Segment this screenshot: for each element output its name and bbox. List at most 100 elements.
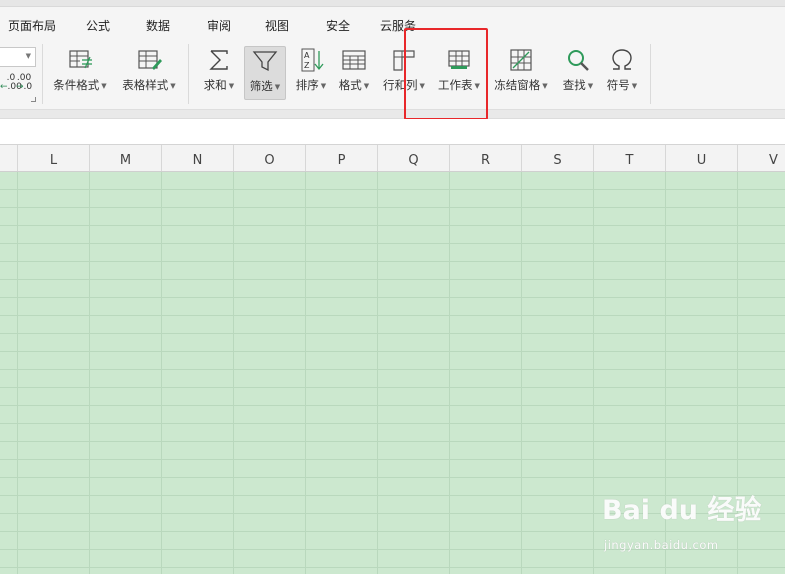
find-button[interactable]: 查找 ▼ [558,46,598,100]
tab-formulas[interactable]: 公式 [86,17,110,34]
column-gridline [521,172,522,574]
ribbon-bottom-strip [0,109,785,119]
row-gridline [0,333,785,334]
row-gridline [0,261,785,262]
worksheet-icon [448,50,470,69]
ribbon-separator [188,44,189,104]
format-button[interactable]: 格式 ▼ [334,46,374,100]
column-header-s[interactable]: S [522,145,594,171]
svg-text:A: A [304,51,310,60]
chevron-down-icon: ▼ [587,82,594,90]
column-header-v[interactable]: V [738,145,785,171]
chevron-down-icon: ▼ [320,82,327,90]
filter-button[interactable]: 筛选 ▼ [244,46,286,100]
row-gridline [0,189,785,190]
chevron-down-icon: ▼ [474,82,480,90]
freeze-panes-icon [510,49,532,71]
decrease-decimal-button[interactable]: .00 →.0 [16,74,32,92]
row-gridline [0,387,785,388]
freeze-panes-button[interactable]: 冻结窗格 ▼ [491,46,551,100]
filter-funnel-icon [252,51,278,72]
sigma-icon [209,50,228,70]
row-gridline [0,441,785,442]
row-gridline [0,423,785,424]
tab-page-layout[interactable]: 页面布局 [8,17,56,34]
tab-cloud-service[interactable]: 云服务 [380,17,416,34]
tab-data[interactable]: 数据 [146,17,170,34]
column-gridline [161,172,162,574]
sum-button[interactable]: 求和 ▼ [199,46,239,100]
row-gridline [0,531,785,532]
menu-tab-bar: 页面布局 公式 数据 审阅 视图 安全 云服务 [0,7,785,37]
tab-security[interactable]: 安全 [326,17,350,34]
table-style-button[interactable]: 表格样式 ▼ [118,46,180,100]
window-top-strip [0,0,785,7]
column-header-r[interactable]: R [450,145,522,171]
row-gridline [0,513,785,514]
column-header-l[interactable]: L [18,145,90,171]
chevron-down-icon: ▼ [419,82,425,90]
conditional-format-icon [69,50,92,69]
rows-cols-button[interactable]: 行和列 ▼ [379,46,429,100]
row-gridline [0,297,785,298]
column-header-u[interactable]: U [666,145,738,171]
cell-grid[interactable] [0,172,785,574]
table-style-icon [138,50,162,70]
sort-az-icon: A Z [301,48,324,72]
symbol-button[interactable]: 符号 ▼ [602,46,642,100]
arrow-right-icon: → [16,82,24,92]
row-gridline [0,369,785,370]
chevron-down-icon: ▼ [274,83,281,91]
column-header-partial[interactable] [0,145,18,171]
chevron-down-icon: ▼ [170,82,176,90]
row-gridline [0,567,785,568]
tab-review[interactable]: 审阅 [207,17,231,34]
rows-columns-icon [393,50,415,71]
column-gridline [593,172,594,574]
column-gridline [665,172,666,574]
group-launcher-icon[interactable] [31,97,36,102]
conditional-format-button[interactable]: 条件格式 ▼ [50,46,110,100]
column-gridline [737,172,738,574]
row-gridline [0,279,785,280]
row-gridline [0,207,785,208]
column-header-o[interactable]: O [234,145,306,171]
column-gridline [377,172,378,574]
column-header-m[interactable]: M [90,145,162,171]
chevron-down-icon: ▼ [542,82,548,90]
row-gridline [0,459,785,460]
row-gridline [0,315,785,316]
row-gridline [0,477,785,478]
chevron-down-icon: ▼ [101,82,107,90]
row-gridline [0,405,785,406]
column-gridline [305,172,306,574]
column-header-q[interactable]: Q [378,145,450,171]
column-gridline [233,172,234,574]
row-gridline [0,351,785,352]
column-gridline [449,172,450,574]
row-gridline [0,495,785,496]
number-format-combo[interactable]: ▼ [0,47,36,67]
worksheet-button[interactable]: 工作表 ▼ [433,46,485,100]
chevron-down-icon: ▼ [25,52,31,60]
tab-view[interactable]: 视图 [265,17,289,34]
chevron-down-icon: ▼ [363,82,370,90]
column-header-row: L M N O P Q R S T U V [0,145,785,172]
column-header-n[interactable]: N [162,145,234,171]
row-gridline [0,549,785,550]
column-gridline [89,172,90,574]
format-table-icon [342,50,366,70]
column-header-p[interactable]: P [306,145,378,171]
sort-button[interactable]: A Z 排序 ▼ [291,46,331,100]
column-gridline [17,172,18,574]
ribbon-separator [42,44,43,104]
column-header-t[interactable]: T [594,145,666,171]
svg-text:Z: Z [304,61,310,70]
row-gridline [0,225,785,226]
row-gridline [0,243,785,244]
omega-icon [612,49,632,70]
arrow-left-icon: ← [0,82,8,92]
ribbon-separator [650,44,651,104]
formula-bar[interactable] [0,119,785,145]
search-icon [568,50,589,71]
